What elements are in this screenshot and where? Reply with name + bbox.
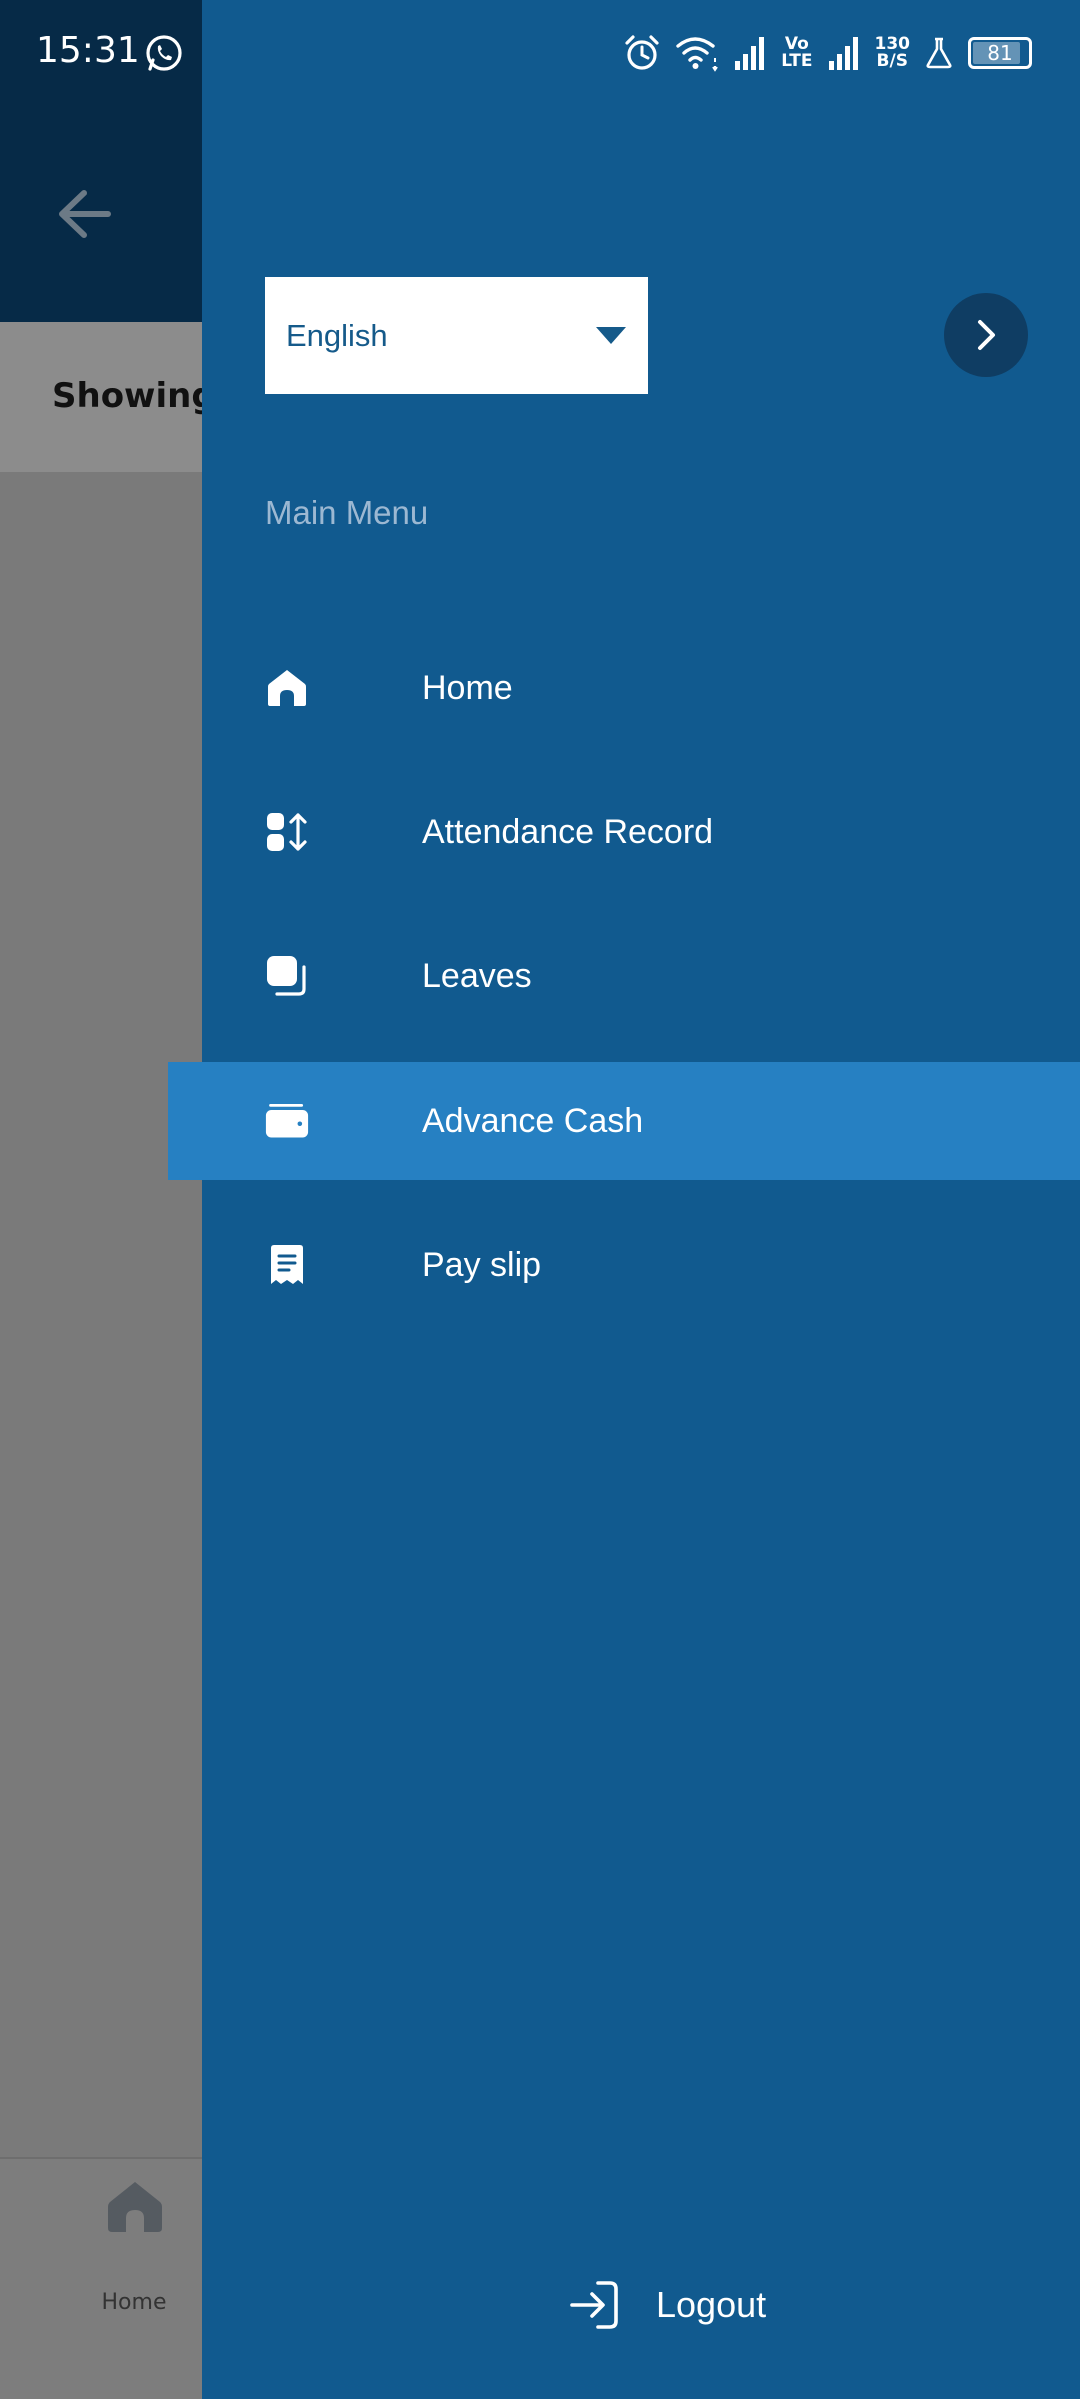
wifi-icon xyxy=(676,37,719,72)
battery-level: 81 xyxy=(987,41,1013,65)
alarm-icon xyxy=(625,35,659,70)
status-time: 15:31 xyxy=(36,30,140,71)
status-icons: Vo LTE 130 B/S 81 xyxy=(623,30,1032,76)
menu-item-label: Attendance Record xyxy=(422,812,714,851)
receipt-icon xyxy=(265,1243,309,1287)
leaves-icon xyxy=(265,954,309,998)
status-bar: 15:31 Vo LTE 130 B/S 81 xyxy=(0,0,1080,108)
home-icon xyxy=(265,666,309,710)
volte-indicator: Vo LTE xyxy=(781,34,813,71)
menu-item-label: Home xyxy=(422,668,513,707)
menu-item-label: Advance Cash xyxy=(422,1101,644,1140)
logout-icon xyxy=(570,2281,618,2329)
menu-item-advance-cash[interactable]: Advance Cash xyxy=(168,1062,1080,1180)
menu-item-label: Pay slip xyxy=(422,1245,542,1284)
whatsapp-icon xyxy=(145,34,183,72)
menu-item-label: Leaves xyxy=(422,956,532,995)
main-menu-heading: Main Menu xyxy=(265,494,429,531)
logout-label: Logout xyxy=(656,2284,767,2325)
language-selected-value: English xyxy=(286,317,388,353)
battery-icon: 81 xyxy=(968,37,1032,69)
flask-icon xyxy=(926,37,952,69)
chevron-right-icon xyxy=(978,320,995,350)
navigation-drawer: English Main Menu Home Attendance Record xyxy=(168,0,1080,2399)
logout-button[interactable]: Logout xyxy=(568,2270,766,2340)
signal-icon xyxy=(735,37,765,70)
menu-item-pay-slip[interactable]: Pay slip xyxy=(202,1206,1080,1324)
dropdown-caret-icon xyxy=(596,326,626,344)
back-arrow-icon[interactable] xyxy=(48,178,120,250)
language-dropdown[interactable]: English xyxy=(265,277,648,394)
attendance-icon xyxy=(265,810,309,854)
bottom-nav-home-icon[interactable] xyxy=(104,2178,166,2236)
language-next-button[interactable] xyxy=(944,293,1028,377)
bottom-nav-home-label[interactable]: Home xyxy=(86,2290,182,2315)
network-speed: 130 B/S xyxy=(874,34,911,71)
wallet-icon xyxy=(265,1099,309,1143)
menu-item-attendance-record[interactable]: Attendance Record xyxy=(202,773,1080,891)
signal-icon xyxy=(828,37,858,70)
menu-item-leaves[interactable]: Leaves xyxy=(202,917,1080,1035)
menu-item-home[interactable]: Home xyxy=(202,629,1080,747)
